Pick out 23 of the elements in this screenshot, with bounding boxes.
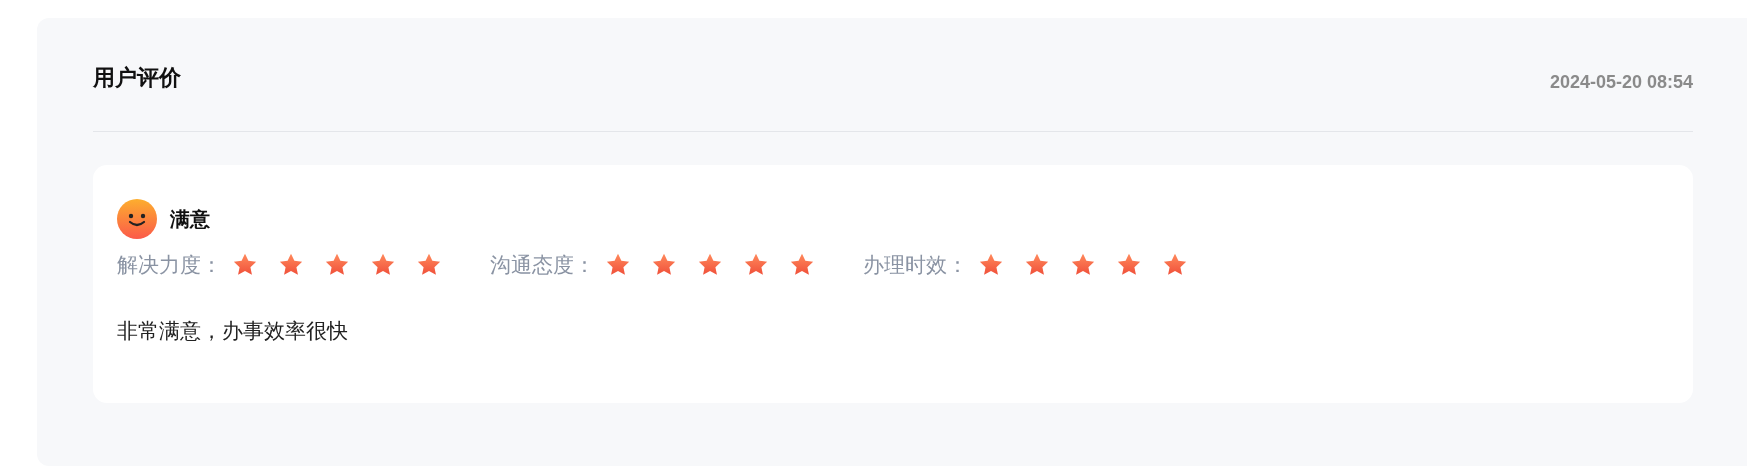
rating-label: 办理时效： [863,252,968,278]
star-icon [605,252,631,278]
star-icon [370,252,396,278]
rating-label: 沟通态度： [490,252,595,278]
star-icon [1162,252,1188,278]
smiley-icon [117,199,157,239]
star-icon [1024,252,1050,278]
rating-label: 解决力度： [117,252,222,278]
section-title: 用户评价 [93,63,181,92]
star-icon [278,252,304,278]
star-icon [1116,252,1142,278]
star-icon [651,252,677,278]
star-icon [697,252,723,278]
star-icon [743,252,769,278]
star-icon [416,252,442,278]
star-icon [232,252,258,278]
mood-label: 满意 [170,206,210,232]
star-icon [324,252,350,278]
review-time: 2024-05-20 08:54 [1549,72,1693,93]
review-comment: 非常满意，办事效率很快 [117,318,349,344]
star-icon [1070,252,1096,278]
star-icon [789,252,815,278]
star-icon [978,252,1004,278]
